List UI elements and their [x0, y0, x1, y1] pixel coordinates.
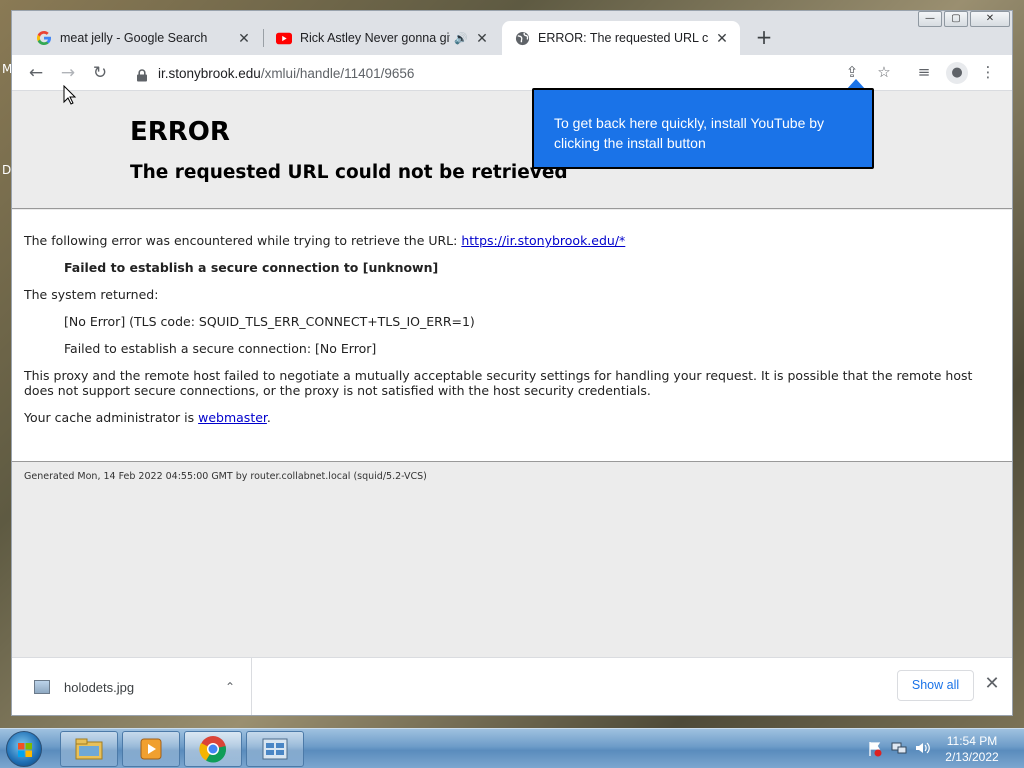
folder-icon	[75, 738, 103, 760]
taskbar-chrome[interactable]	[184, 731, 242, 767]
download-file-name: holodets.jpg	[64, 679, 135, 695]
clock-time: 11:54 PM	[946, 734, 998, 748]
close-icon[interactable]: ✕	[236, 30, 252, 47]
chrome-icon	[199, 736, 226, 763]
action-center-flag-icon[interactable]	[866, 741, 884, 757]
close-icon[interactable]: ✕	[474, 30, 490, 47]
system-returned-label: The system returned:	[24, 287, 159, 302]
download-item[interactable]: holodets.jpg ⌃	[12, 658, 252, 715]
failed-line: Failed to establish a secure connection …	[64, 260, 439, 275]
url-text[interactable]: ir.stonybrook.edu/xmlui/handle/11401/965…	[158, 66, 414, 81]
intro-text: The following error was encountered whil…	[24, 233, 462, 248]
youtube-icon	[276, 30, 292, 46]
admin-prefix: Your cache administrator is	[24, 410, 199, 425]
mouse-cursor-icon	[63, 84, 77, 109]
explanation-paragraph: This proxy and the remote host failed to…	[24, 368, 973, 398]
address-bar[interactable]: ir.stonybrook.edu/xmlui/handle/11401/965…	[122, 59, 876, 87]
forward-button[interactable]: →	[56, 61, 80, 85]
tab-title: Rick Astley Never gonna give you up	[300, 31, 450, 45]
google-g-icon	[36, 30, 52, 46]
popup-text: To get back here quickly, install YouTub…	[554, 115, 825, 151]
minimize-button[interactable]: —	[918, 11, 942, 27]
taskbar-clock[interactable]: 11:54 PM 2/13/2022	[938, 733, 1006, 765]
close-icon[interactable]: ✕	[714, 30, 730, 47]
page-content: ERROR The requested URL could not be ret…	[12, 91, 1012, 657]
chevron-up-icon[interactable]: ⌃	[225, 680, 235, 694]
tab-error-page[interactable]: ERROR: The requested URL could not be re…	[502, 21, 740, 55]
volume-icon[interactable]	[914, 741, 932, 757]
lock-icon[interactable]	[136, 67, 148, 82]
close-window-button[interactable]: ✕	[970, 11, 1010, 27]
globe-icon	[514, 30, 530, 46]
admin-suffix: .	[266, 410, 271, 425]
page-title: ERROR	[130, 117, 230, 147]
url-path: /xmlui/handle/11401/9656	[260, 65, 415, 81]
speaker-icon[interactable]: 🔊	[454, 32, 468, 45]
browser-window: meat jelly - Google Search ✕ Rick Astley…	[11, 10, 1013, 716]
generated-footer: Generated Mon, 14 Feb 2022 04:55:00 GMT …	[24, 471, 427, 482]
tls-error-line: [No Error] (TLS code: SQUID_TLS_ERR_CONN…	[64, 314, 475, 329]
network-icon[interactable]	[890, 741, 908, 757]
show-all-button[interactable]: Show all	[897, 670, 974, 701]
download-bar: holodets.jpg ⌃ Show all ✕	[12, 657, 1012, 715]
tab-youtube[interactable]: Rick Astley Never gonna give you up 🔊 ✕	[264, 21, 500, 55]
bookmark-star-icon[interactable]: ☆	[874, 63, 894, 81]
taskbar: 11:54 PM 2/13/2022	[0, 728, 1024, 768]
url-link[interactable]: https://ir.stonybrook.edu/*	[461, 233, 625, 248]
url-host: ir.stonybrook.edu	[158, 65, 261, 81]
taskbar-media-player[interactable]	[122, 731, 180, 767]
reading-list-icon[interactable]: ≡	[914, 63, 934, 81]
windows-logo-icon	[18, 743, 32, 757]
image-file-icon	[34, 680, 50, 694]
menu-icon[interactable]: ⋮	[978, 63, 998, 81]
clock-date: 2/13/2022	[945, 750, 999, 764]
taskbar-explorer[interactable]	[60, 731, 118, 767]
page-subtitle: The requested URL could not be retrieved	[130, 162, 568, 183]
webmaster-link[interactable]: webmaster	[198, 410, 267, 425]
tab-strip: meat jelly - Google Search ✕ Rick Astley…	[12, 11, 1012, 55]
system-tray	[866, 729, 938, 768]
reload-button[interactable]: ↻	[88, 61, 112, 85]
tab-title: ERROR: The requested URL could not be re…	[538, 31, 708, 45]
profile-avatar-icon[interactable]: ●	[946, 62, 968, 84]
back-button[interactable]: ←	[24, 61, 48, 85]
failed-paragraph: Failed to establish a secure connection …	[64, 260, 998, 275]
taskbar-control-panel[interactable]	[246, 731, 304, 767]
maximize-button[interactable]: ▢	[944, 11, 968, 27]
error-body: The following error was encountered whil…	[12, 210, 1012, 462]
window-controls: — ▢ ✕	[916, 11, 1010, 29]
desktop-icon-label[interactable]: D	[2, 163, 11, 177]
install-youtube-popup[interactable]: To get back here quickly, install YouTub…	[532, 88, 874, 169]
control-panel-icon	[262, 738, 288, 760]
start-button[interactable]	[6, 731, 42, 767]
new-tab-button[interactable]: +	[752, 25, 776, 49]
tab-title: meat jelly - Google Search	[60, 31, 208, 45]
admin-paragraph: Your cache administrator is webmaster.	[24, 410, 998, 425]
intro-paragraph: The following error was encountered whil…	[24, 233, 998, 248]
secure-connection-line: Failed to establish a secure connection:…	[64, 341, 377, 356]
close-download-bar-icon[interactable]: ✕	[982, 673, 1002, 694]
tab-google-search[interactable]: meat jelly - Google Search ✕	[24, 21, 262, 55]
media-player-icon	[140, 738, 162, 760]
